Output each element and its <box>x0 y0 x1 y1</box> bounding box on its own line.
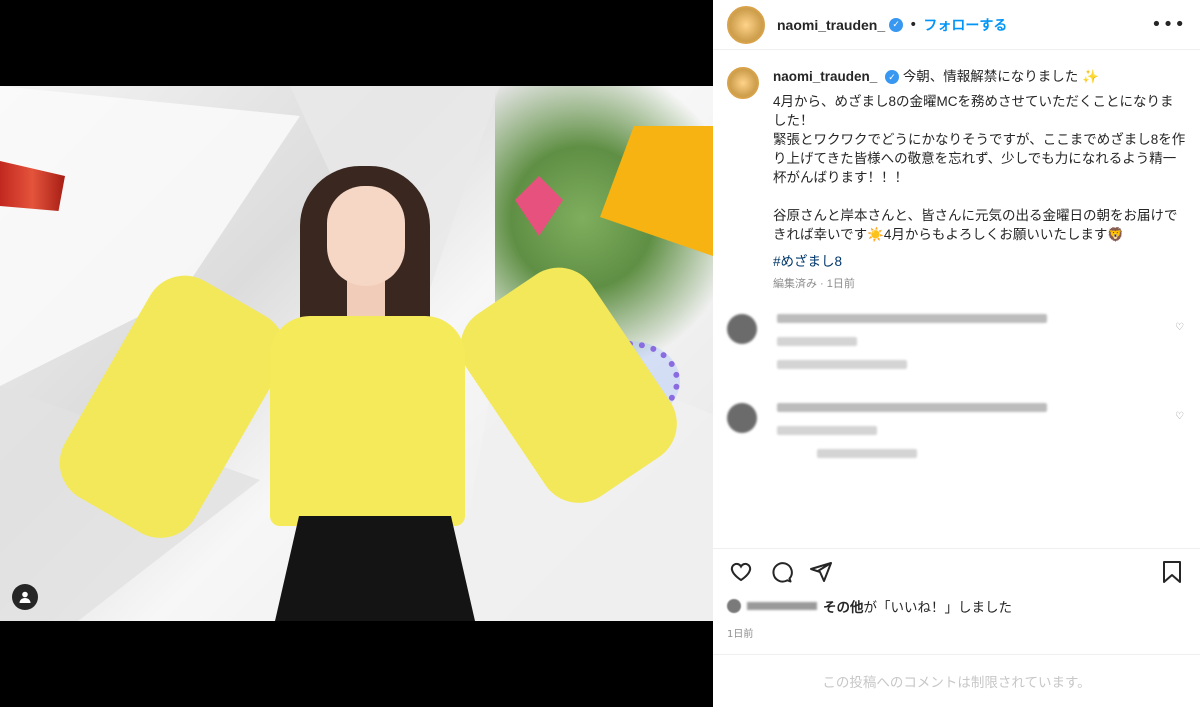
comments-restricted-notice: この投稿へのコメントは制限されています。 <box>713 654 1200 707</box>
redacted-liker-name <box>747 602 817 610</box>
like-button[interactable] <box>727 558 755 586</box>
person-figure <box>45 166 693 621</box>
sparkle-icon: ✨ <box>1082 69 1099 84</box>
redacted-comment-meta <box>777 426 877 435</box>
heart-icon <box>730 562 752 581</box>
post-photo[interactable] <box>0 86 713 621</box>
redacted-view-replies[interactable] <box>817 449 917 458</box>
hashtag-link[interactable]: #めざまし8 <box>773 252 1186 271</box>
comment-item: ♡ <box>727 403 1186 472</box>
avatar[interactable] <box>727 314 757 344</box>
redacted-comment-text <box>777 403 1047 412</box>
username-link[interactable]: naomi_trauden_ <box>777 17 885 33</box>
tagged-user-icon[interactable] <box>12 584 38 610</box>
figure-face <box>327 186 405 286</box>
caption-username-link[interactable]: naomi_trauden_ <box>773 69 877 84</box>
likes-suffix: が「いいね！」しました <box>863 600 1013 615</box>
comment-item: ♡ <box>727 314 1186 383</box>
caption-body: naomi_trauden_ ✓ 今朝、情報解禁になりました ✨ 4月から、めざ… <box>773 67 1186 294</box>
share-button[interactable] <box>807 558 835 586</box>
figure-blouse <box>270 316 465 526</box>
redacted-comment-text <box>777 314 1047 323</box>
action-bar <box>713 548 1200 594</box>
share-icon <box>810 561 832 582</box>
follow-button[interactable]: フォローする <box>923 15 1007 35</box>
avatar[interactable] <box>727 403 757 433</box>
comment-like-icon[interactable]: ♡ <box>1175 411 1184 422</box>
figure-skirt <box>275 516 475 621</box>
post-header: naomi_trauden_ ✓ • フォローする ••• <box>713 0 1200 50</box>
verified-badge-icon: ✓ <box>889 17 904 32</box>
likes-summary[interactable]: その他 が「いいね！」しました <box>727 596 1012 616</box>
comment-body <box>777 314 1047 383</box>
save-button[interactable] <box>1158 558 1186 586</box>
post-media[interactable] <box>0 0 713 707</box>
separator-dot: • <box>909 16 918 33</box>
redacted-view-replies[interactable] <box>777 360 907 369</box>
post-side-panel: naomi_trauden_ ✓ • フォローする ••• naomi_trau… <box>713 0 1200 707</box>
caption-meta: 編集済み · 1日前 <box>773 278 855 290</box>
liker-avatar <box>727 599 741 613</box>
comments-scroll-area[interactable]: naomi_trauden_ ✓ 今朝、情報解禁になりました ✨ 4月から、めざ… <box>713 51 1200 548</box>
likes-others-link[interactable]: その他 <box>823 596 864 616</box>
verified-badge-icon: ✓ <box>885 70 900 85</box>
post-timestamp: 1日前 <box>727 629 754 640</box>
caption-text: 4月から、めざまし8の金曜MCを務めさせていただくことになりました！ 緊張とワク… <box>773 94 1186 242</box>
avatar[interactable] <box>727 67 759 99</box>
figure-arm <box>445 252 693 519</box>
bookmark-icon <box>1163 560 1181 583</box>
comment-like-icon[interactable]: ♡ <box>1175 322 1184 333</box>
caption-first-text: 今朝、情報解禁になりました <box>902 69 1079 84</box>
more-options-icon[interactable]: ••• <box>1151 14 1186 35</box>
comment-button[interactable] <box>767 558 795 586</box>
redacted-comment-meta <box>777 337 857 346</box>
comment-body <box>777 403 1047 472</box>
comment-icon <box>772 561 793 583</box>
avatar[interactable] <box>727 5 765 44</box>
caption: naomi_trauden_ ✓ 今朝、情報解禁になりました ✨ 4月から、めざ… <box>727 67 1186 294</box>
caption-first-line: naomi_trauden_ ✓ 今朝、情報解禁になりました ✨ <box>773 67 1186 86</box>
